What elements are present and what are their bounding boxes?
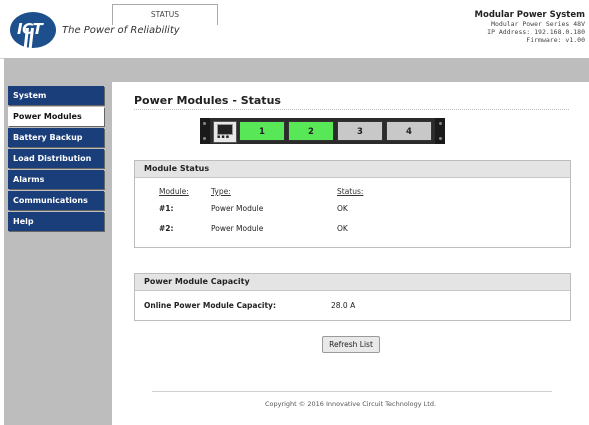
footer-copyright: Copyright © 2016 Innovative Circuit Tech… <box>264 400 437 408</box>
row-1-type: Power Module <box>211 204 264 213</box>
logo-text: ICT <box>17 20 43 38</box>
module-status-heading: Module Status <box>135 161 570 178</box>
main-content: Power Modules - Status ▪▪▪ 1 2 3 4 Modul… <box>112 82 589 425</box>
capacity-panel: Power Module Capacity Online Power Modul… <box>134 273 571 321</box>
sidebar-item-battery-backup[interactable]: Battery Backup <box>8 128 104 147</box>
title-divider <box>134 109 569 110</box>
screw-icon <box>203 137 206 140</box>
module-slot-1[interactable]: 1 <box>239 121 285 141</box>
capacity-label: Online Power Module Capacity: <box>144 301 276 310</box>
tab-status[interactable]: STATUS <box>112 4 218 25</box>
sidebar-item-system[interactable]: System <box>8 86 104 105</box>
page-title: Power Modules - Status <box>134 94 281 107</box>
module-slot-3[interactable]: 3 <box>337 121 383 141</box>
sidebar-item-communications[interactable]: Communications <box>8 191 104 210</box>
header: ICT The Power of Reliability Modular Pow… <box>0 0 589 59</box>
system-info: Modular Power System Modular Power Serie… <box>475 10 585 44</box>
tagline: The Power of Reliability <box>62 25 180 36</box>
row-2-type: Power Module <box>211 224 264 233</box>
module-slot-4[interactable]: 4 <box>386 121 432 141</box>
col-type-header: Type: <box>211 187 231 196</box>
sidebar-item-load-distribution[interactable]: Load Distribution <box>8 149 104 168</box>
capacity-value: 28.0 A <box>331 301 356 310</box>
module-status-panel: Module Status Module: Type: Status: #1: … <box>134 160 571 248</box>
capacity-heading: Power Module Capacity <box>135 274 570 291</box>
row-1-status: OK <box>337 204 348 213</box>
col-module-header: Module: <box>159 187 189 196</box>
sidebar-item-power-modules[interactable]: Power Modules <box>8 107 104 126</box>
sidebar: System Power Modules Battery Backup Load… <box>8 86 104 233</box>
ip-address: IP Address: 192.168.0.180 <box>487 28 585 36</box>
firmware-version: Firmware: v1.00 <box>526 36 585 44</box>
controller-buttons: ▪▪▪ <box>217 134 231 140</box>
screw-icon <box>439 137 442 140</box>
footer-divider <box>152 391 552 392</box>
controller-module-icon[interactable]: ▪▪▪ <box>213 121 237 143</box>
row-1-module: #1: <box>159 204 174 213</box>
refresh-list-button[interactable]: Refresh List <box>322 336 380 353</box>
sidebar-item-alarms[interactable]: Alarms <box>8 170 104 189</box>
sidebar-item-help[interactable]: Help <box>8 212 104 231</box>
system-title: Modular Power System <box>474 10 585 20</box>
screw-icon <box>439 122 442 125</box>
module-slot-2[interactable]: 2 <box>288 121 334 141</box>
screw-icon <box>203 122 206 125</box>
system-series: Modular Power Series 48V <box>491 20 585 28</box>
row-2-module: #2: <box>159 224 174 233</box>
col-status-header: Status: <box>337 187 364 196</box>
module-rack: ▪▪▪ 1 2 3 4 <box>200 118 445 144</box>
row-2-status: OK <box>337 224 348 233</box>
